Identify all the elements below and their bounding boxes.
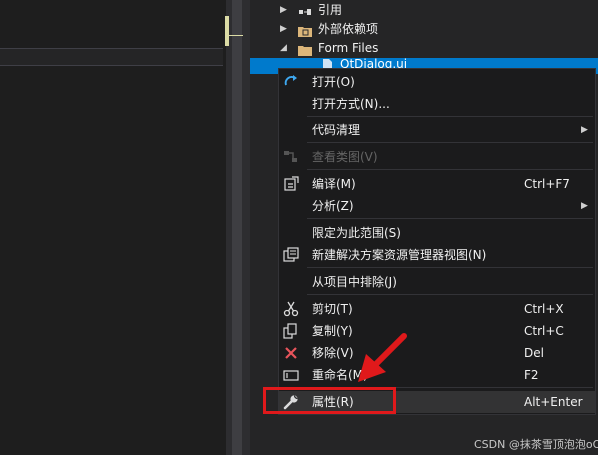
menu-separator [307, 116, 593, 117]
shortcut-text: F2 [524, 368, 539, 382]
menu-item-open[interactable]: 打开(O) [279, 71, 595, 93]
menu-item-scope-to-this[interactable]: 限定为此范围(S) [279, 222, 595, 244]
scrollbar-thumb[interactable] [232, 0, 242, 455]
tree-item-label: 引用 [318, 3, 343, 17]
expand-arrow-icon[interactable]: ▶ [280, 19, 290, 39]
menu-item-code-cleanup[interactable]: 代码清理 ▶ [279, 119, 595, 141]
cursor-tick [229, 35, 243, 36]
tree-item-form-files[interactable]: ◢ Form Files [250, 38, 598, 58]
submenu-arrow-icon: ▶ [581, 125, 588, 135]
menu-separator [307, 169, 593, 170]
submenu-arrow-icon: ▶ [581, 201, 588, 211]
editor-navigation-bar[interactable] [0, 48, 223, 66]
menu-item-analyze[interactable]: 分析(Z) ▶ [279, 195, 595, 217]
shortcut-text: Alt+Enter [524, 395, 583, 409]
menu-item-remove[interactable]: 移除(V) Del [279, 342, 595, 364]
annotation-arrow-icon [358, 333, 407, 382]
menu-item-view-class-diagram[interactable]: 查看类图(V) [279, 146, 595, 168]
external-dependencies-icon [298, 23, 312, 37]
shortcut-text: Ctrl+C [524, 324, 564, 338]
collapse-arrow-icon[interactable]: ◢ [280, 38, 290, 58]
menu-item-cut[interactable]: 剪切(T) Ctrl+X [279, 298, 595, 320]
open-arrow-icon [283, 74, 299, 90]
watermark-text: CSDN @抹茶雪顶泡泡oO [474, 438, 598, 451]
copy-icon [283, 323, 299, 339]
menu-item-compile[interactable]: 编译(M) Ctrl+F7 [279, 173, 595, 195]
shortcut-text: Ctrl+X [524, 302, 564, 316]
folder-icon [298, 42, 312, 56]
compile-icon [283, 176, 299, 192]
remove-x-icon [283, 345, 299, 361]
menu-item-exclude-from-project[interactable]: 从项目中排除(J) [279, 271, 595, 293]
text-cursor-marker [225, 16, 229, 46]
expand-arrow-icon[interactable]: ▶ [280, 0, 290, 20]
annotation-highlight-box [263, 387, 396, 414]
rename-icon [283, 367, 299, 383]
new-view-icon [283, 247, 299, 263]
tree-item-label: 外部依赖项 [318, 22, 379, 36]
menu-separator [307, 294, 593, 295]
class-diagram-icon [283, 149, 299, 165]
menu-item-open-with[interactable]: 打开方式(N)... [279, 93, 595, 115]
shortcut-text: Ctrl+F7 [524, 177, 570, 191]
menu-item-rename[interactable]: 重命名(M) F2 [279, 364, 595, 386]
menu-separator [307, 218, 593, 219]
tree-item-external-dependencies[interactable]: ▶ 外部依赖项 [250, 19, 598, 39]
menu-separator [307, 142, 593, 143]
shortcut-text: Del [524, 346, 544, 360]
references-icon [298, 4, 312, 16]
scissors-icon [283, 301, 299, 317]
editor-pane[interactable] [0, 0, 226, 455]
tree-item-label: Form Files [318, 41, 379, 55]
menu-item-new-solution-explorer-view[interactable]: 新建解决方案资源管理器视图(N) [279, 244, 595, 266]
tree-item-references[interactable]: ▶ 引用 [250, 0, 598, 20]
menu-separator [307, 267, 593, 268]
menu-item-copy[interactable]: 复制(Y) Ctrl+C [279, 320, 595, 342]
